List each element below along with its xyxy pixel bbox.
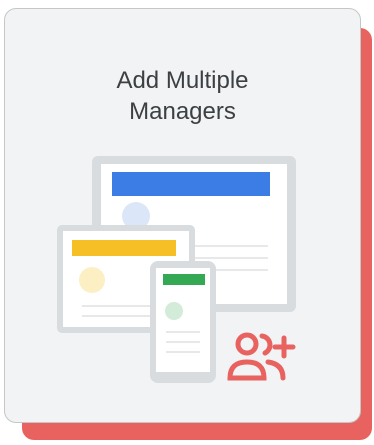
- add-multiple-managers-card[interactable]: Add Multiple Managers: [4, 8, 361, 423]
- card-title: Add Multiple Managers: [5, 65, 360, 127]
- card-title-line1: Add Multiple: [116, 67, 249, 94]
- card-title-line2: Managers: [129, 98, 236, 125]
